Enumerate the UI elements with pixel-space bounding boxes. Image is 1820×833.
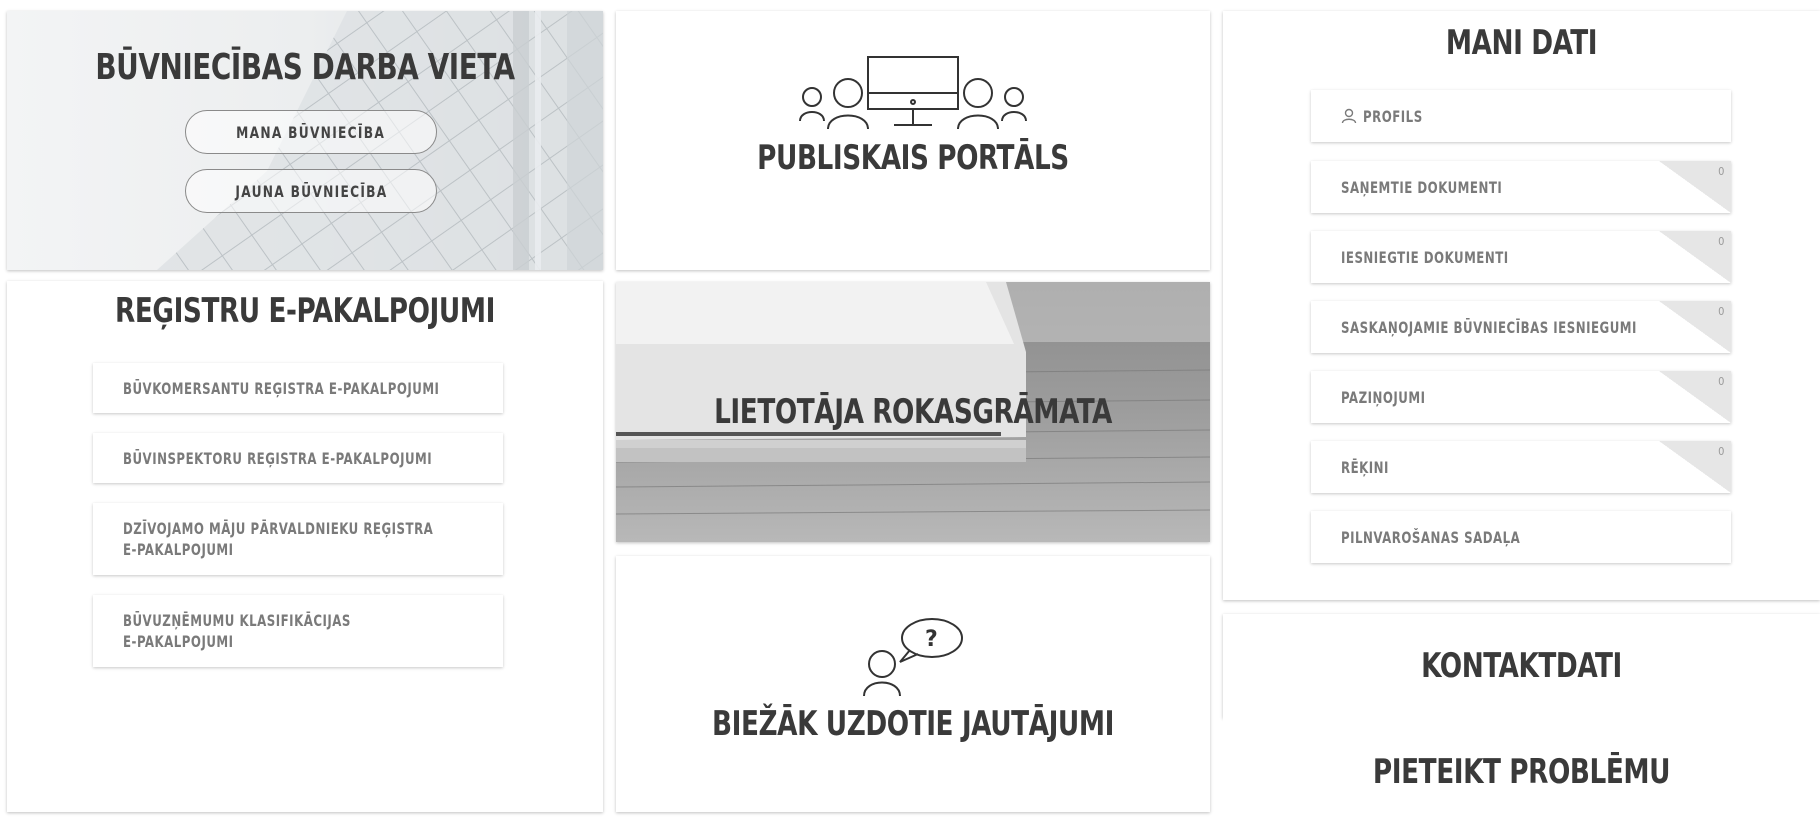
invoices-badge: 0 <box>1659 441 1731 493</box>
notifications-count: 0 <box>1718 375 1725 388</box>
submitted-documents-badge: 0 <box>1659 231 1731 283</box>
received-documents-label: SAŅEMTIE DOKUMENTI <box>1341 177 1503 197</box>
registry-item-classification[interactable]: BŪVUZŅĒMUMU KLASIFIKĀCIJAS E-PAKALPOJUMI <box>93 595 503 667</box>
submitted-documents-label: IESNIEGTIE DOKUMENTI <box>1341 247 1509 267</box>
authorization-section-button[interactable]: PILNVAROŠANAS SADAĻA <box>1311 511 1731 563</box>
workplace-card: BŪVNIECĪBAS DARBA VIETA MANA BŪVNIECĪBA … <box>7 11 603 270</box>
registry-item-classification-label: BŪVUZŅĒMUMU KLASIFIKĀCIJAS E-PAKALPOJUMI <box>123 610 351 652</box>
report-problem-card[interactable]: PIETEIKT PROBLĒMU <box>1223 718 1820 833</box>
registry-item-house-managers-line1: DZĪVOJAMO MĀJU PĀRVALDNIEKU REĢISTRA <box>123 519 434 538</box>
question-bubble-icon: ? <box>863 618 963 697</box>
my-data-card: MANI DATI PROFILS SAŅEMTIE DOKUMENTI 0 I… <box>1223 11 1820 600</box>
profile-label: PROFILS <box>1363 106 1423 126</box>
approval-applications-badge: 0 <box>1659 301 1731 353</box>
approval-applications-button[interactable]: SASKAŅOJAMIE BŪVNIECĪBAS IESNIEGUMI 0 <box>1311 301 1731 353</box>
new-construction-label: JAUNA BŪVNIECĪBA <box>234 181 388 201</box>
contacts-card[interactable]: KONTAKTDATI <box>1223 614 1820 718</box>
registry-item-classification-line2: E-PAKALPOJUMI <box>123 632 234 651</box>
registry-item-classification-line1: BŪVUZŅĒMUMU KLASIFIKĀCIJAS <box>123 611 351 630</box>
svg-text:?: ? <box>925 627 938 652</box>
workplace-title: BŪVNIECĪBAS DARBA VIETA <box>95 47 515 88</box>
my-construction-label: MANA BŪVNIECĪBA <box>236 122 386 142</box>
submitted-documents-button[interactable]: IESNIEGTIE DOKUMENTI 0 <box>1311 231 1731 283</box>
faq-title: BIEŽĀK UZDOTIE JAUTĀJUMI <box>712 704 1114 744</box>
registry-item-builders[interactable]: BŪVKOMERSANTU REĢISTRA E-PAKALPOJUMI <box>93 363 503 413</box>
registers-title: REĢISTRU E-PAKALPOJUMI <box>115 291 495 331</box>
received-documents-count: 0 <box>1718 165 1725 178</box>
invoices-label: RĒĶINI <box>1341 457 1389 477</box>
registry-item-builders-label: BŪVKOMERSANTU REĢISTRA E-PAKALPOJUMI <box>123 378 440 398</box>
user-manual-card[interactable]: LIETOTĀJA ROKASGRĀMATA <box>616 282 1210 542</box>
contacts-title: KONTAKTDATI <box>1421 646 1622 686</box>
approval-applications-label: SASKAŅOJAMIE BŪVNIECĪBAS IESNIEGUMI <box>1341 317 1637 337</box>
registers-card: REĢISTRU E-PAKALPOJUMI BŪVKOMERSANTU REĢ… <box>7 281 603 812</box>
registry-item-house-managers-line2: E-PAKALPOJUMI <box>123 540 234 559</box>
registry-item-house-managers[interactable]: DZĪVOJAMO MĀJU PĀRVALDNIEKU REĢISTRA E-P… <box>93 503 503 575</box>
registry-item-house-managers-label: DZĪVOJAMO MĀJU PĀRVALDNIEKU REĢISTRA E-P… <box>123 518 433 560</box>
registry-item-inspectors[interactable]: BŪVINSPEKTORU REĢISTRA E-PAKALPOJUMI <box>93 433 503 483</box>
user-manual-title: LIETOTĀJA ROKASGRĀMATA <box>714 392 1112 432</box>
user-icon <box>1341 108 1357 124</box>
new-construction-button[interactable]: JAUNA BŪVNIECĪBA <box>185 169 437 213</box>
notifications-button[interactable]: PAZIŅOJUMI 0 <box>1311 371 1731 423</box>
registry-item-inspectors-label: BŪVINSPEKTORU REĢISTRA E-PAKALPOJUMI <box>123 448 433 468</box>
received-documents-badge: 0 <box>1659 161 1731 213</box>
faq-card[interactable]: ? BIEŽĀK UZDOTIE JAUTĀJUMI <box>616 556 1210 812</box>
notifications-label: PAZIŅOJUMI <box>1341 387 1426 407</box>
public-portal-card[interactable]: PUBLISKAIS PORTĀLS <box>616 11 1210 270</box>
invoices-button[interactable]: RĒĶINI 0 <box>1311 441 1731 493</box>
public-portal-title: PUBLISKAIS PORTĀLS <box>757 138 1069 178</box>
submitted-documents-count: 0 <box>1718 235 1725 248</box>
approval-applications-count: 0 <box>1718 305 1725 318</box>
my-construction-button[interactable]: MANA BŪVNIECĪBA <box>185 110 437 154</box>
report-problem-title: PIETEIKT PROBLĒMU <box>1372 752 1671 792</box>
received-documents-button[interactable]: SAŅEMTIE DOKUMENTI 0 <box>1311 161 1731 213</box>
presentation-icon <box>799 56 1027 130</box>
invoices-count: 0 <box>1718 445 1725 458</box>
profile-button[interactable]: PROFILS <box>1311 90 1731 142</box>
notifications-badge: 0 <box>1659 371 1731 423</box>
authorization-section-label: PILNVAROŠANAS SADAĻA <box>1341 527 1521 547</box>
my-data-title: MANI DATI <box>1445 23 1598 63</box>
